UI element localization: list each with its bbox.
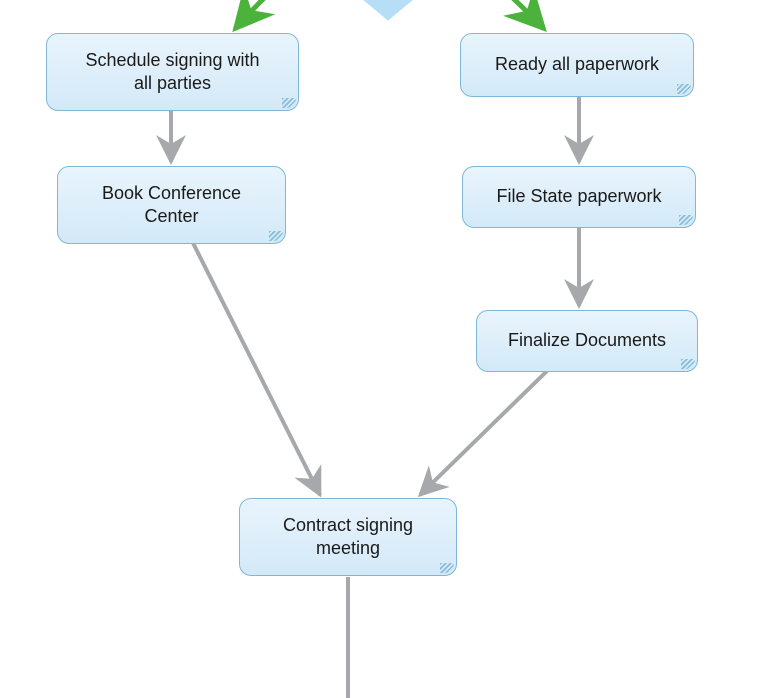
node-label: Finalize Documents	[487, 329, 687, 352]
node-schedule-signing[interactable]: Schedule signing with all parties	[46, 33, 299, 111]
node-ready-paperwork[interactable]: Ready all paperwork	[460, 33, 694, 97]
edge-finalize-to-meeting	[420, 371, 547, 495]
node-label: Contract signing meeting	[250, 514, 446, 561]
node-label: Book Conference Center	[68, 182, 275, 229]
node-label: Ready all paperwork	[471, 53, 683, 76]
flow-diagram: Schedule signing with all parties Book C…	[0, 0, 778, 698]
node-book-conference[interactable]: Book Conference Center	[57, 166, 286, 244]
gateway-diamond-icon	[358, 0, 418, 20]
edge-bookconf-to-meeting	[193, 243, 320, 495]
edge-gateway-to-ready	[498, 0, 544, 29]
node-label: File State paperwork	[473, 185, 685, 208]
node-file-state-paperwork[interactable]: File State paperwork	[462, 166, 696, 228]
edge-gateway-to-schedule	[235, 0, 278, 29]
node-label: Schedule signing with all parties	[57, 49, 288, 96]
node-finalize-documents[interactable]: Finalize Documents	[476, 310, 698, 372]
node-contract-signing-meeting[interactable]: Contract signing meeting	[239, 498, 457, 576]
